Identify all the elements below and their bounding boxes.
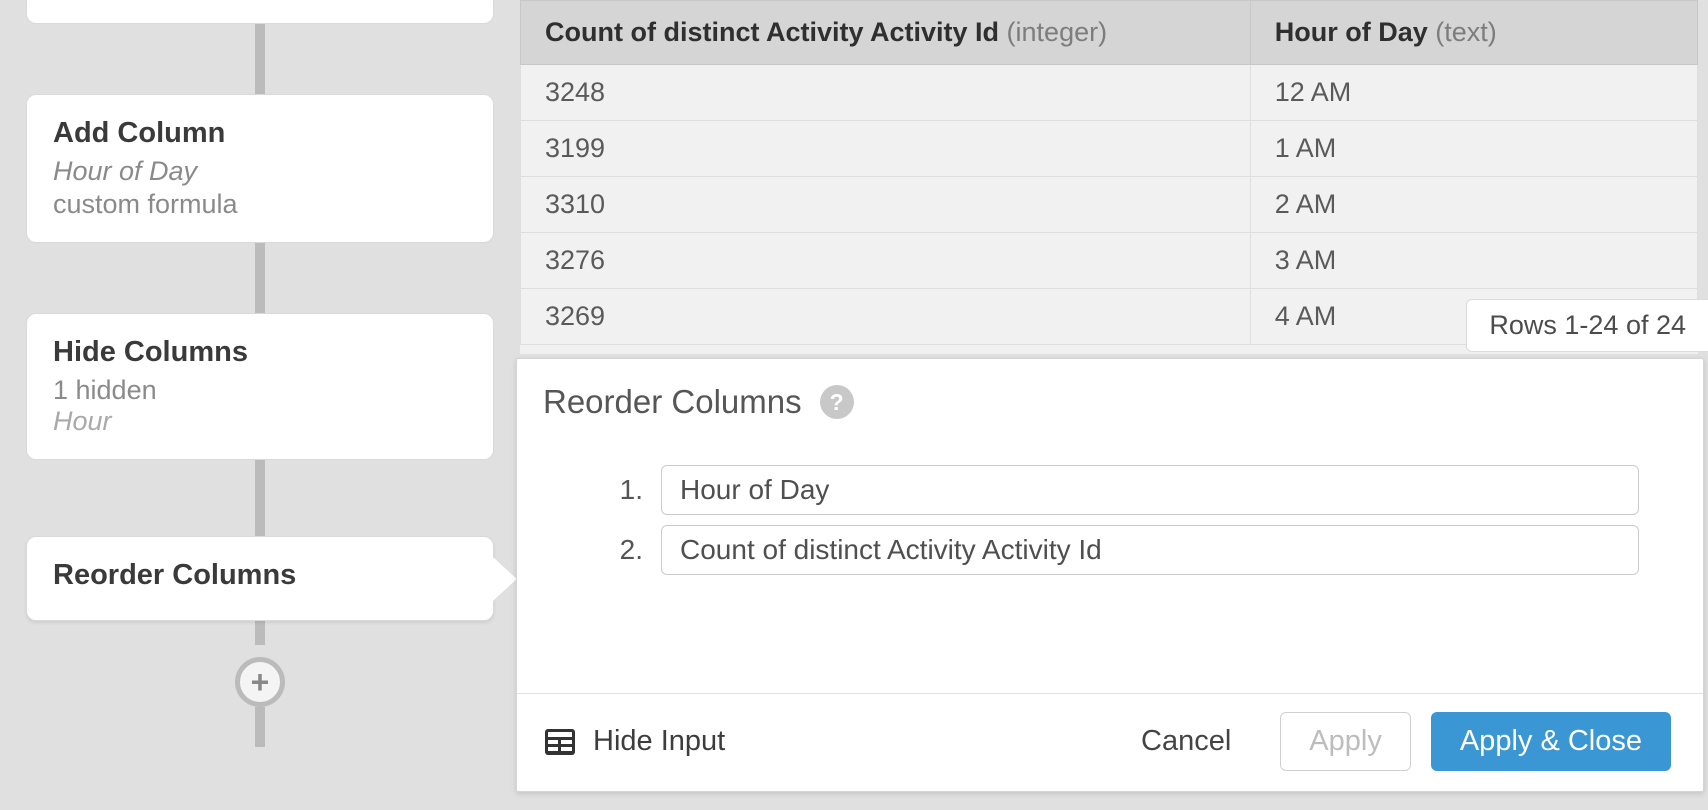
reorder-item[interactable]: Count of distinct Activity Activity Id: [661, 525, 1639, 575]
panel-title-text: Reorder Columns: [543, 383, 802, 421]
reorder-item[interactable]: Hour of Day: [661, 465, 1639, 515]
cell: 3199: [521, 121, 1251, 177]
add-step-button[interactable]: +: [235, 657, 285, 707]
node-subtitle: 1 hidden: [53, 375, 467, 406]
pipeline-column: Add Column Hour of Day custom formula Hi…: [26, 0, 494, 747]
pipeline-connector: [255, 707, 265, 747]
column-name: Count of distinct Activity Activity Id: [545, 17, 999, 47]
column-header[interactable]: Count of distinct Activity Activity Id (…: [521, 1, 1251, 65]
node-title: Hide Columns: [53, 336, 467, 369]
column-header[interactable]: Hour of Day (text): [1250, 1, 1697, 65]
table-icon: [545, 729, 575, 755]
cell: 3248: [521, 65, 1251, 121]
reorder-index: 1.: [603, 474, 643, 506]
cell: 3276: [521, 233, 1251, 289]
column-name: Hour of Day: [1275, 17, 1428, 47]
reorder-row[interactable]: 2. Count of distinct Activity Activity I…: [603, 525, 1639, 575]
pipeline-node-hide-columns[interactable]: Hide Columns 1 hidden Hour: [26, 313, 494, 460]
reorder-index: 2.: [603, 534, 643, 566]
pipeline-node-add-column[interactable]: Add Column Hour of Day custom formula: [26, 94, 494, 243]
apply-close-button[interactable]: Apply & Close: [1431, 712, 1671, 771]
pointer-arrow-icon: [493, 557, 517, 601]
cell: 3310: [521, 177, 1251, 233]
help-icon[interactable]: ?: [820, 385, 854, 419]
rows-count-badge: Rows 1-24 of 24: [1466, 299, 1708, 352]
pipeline-connector: [255, 24, 265, 94]
panel-title: Reorder Columns ?: [543, 383, 1659, 421]
panel-body: Reorder Columns ? 1. Hour of Day 2. Coun…: [517, 359, 1703, 693]
cell: 3269: [521, 289, 1251, 345]
table-row: 3248 12 AM: [521, 65, 1698, 121]
hide-input-label: Hide Input: [593, 725, 725, 758]
column-dtype: (integer): [1007, 17, 1108, 47]
pipeline-node-prev: [26, 0, 494, 24]
cell: 3 AM: [1250, 233, 1697, 289]
cell: 12 AM: [1250, 65, 1697, 121]
cell: 2 AM: [1250, 177, 1697, 233]
table-row: 3199 1 AM: [521, 121, 1698, 177]
plus-icon: +: [251, 666, 270, 698]
cell: 1 AM: [1250, 121, 1697, 177]
reorder-columns-panel: Reorder Columns ? 1. Hour of Day 2. Coun…: [516, 358, 1704, 792]
reorder-row[interactable]: 1. Hour of Day: [603, 465, 1639, 515]
node-detail: Hour: [53, 406, 467, 437]
pipeline-connector: [255, 243, 265, 313]
column-dtype: (text): [1435, 17, 1497, 47]
table-row: 3276 3 AM: [521, 233, 1698, 289]
apply-button[interactable]: Apply: [1280, 712, 1411, 771]
cancel-button[interactable]: Cancel: [1112, 712, 1260, 771]
pipeline-node-reorder-columns[interactable]: Reorder Columns: [26, 536, 494, 621]
reorder-list: 1. Hour of Day 2. Count of distinct Acti…: [603, 465, 1639, 575]
panel-footer: Hide Input Cancel Apply Apply & Close: [517, 693, 1703, 791]
node-detail: custom formula: [53, 189, 467, 220]
node-title: Reorder Columns: [53, 559, 467, 592]
node-subtitle: Hour of Day: [53, 156, 467, 187]
table-row: 3310 2 AM: [521, 177, 1698, 233]
preview-table: Count of distinct Activity Activity Id (…: [520, 0, 1698, 345]
node-title: Add Column: [53, 117, 467, 150]
hide-input-toggle[interactable]: Hide Input: [545, 725, 725, 758]
pipeline-connector: [255, 460, 265, 536]
pipeline-connector: [255, 621, 265, 645]
